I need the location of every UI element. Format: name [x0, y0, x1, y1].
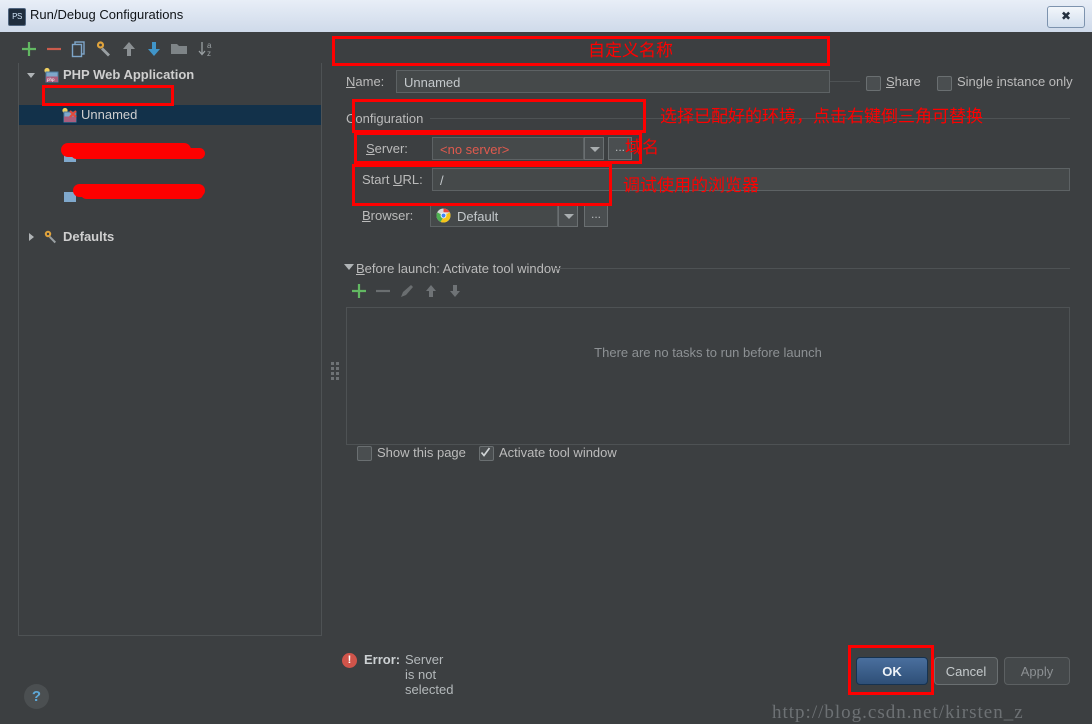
tree-node-defaults[interactable]: Defaults	[19, 227, 321, 247]
expand-triangle-icon[interactable]	[25, 231, 37, 243]
collapse-triangle-icon[interactable]	[25, 69, 37, 81]
phpstorm-icon: PS	[8, 8, 26, 26]
sort-alphabetically-icon[interactable]: a z	[195, 38, 217, 60]
tree-node-label: Unnamed	[81, 107, 138, 122]
highlight-ok-button	[848, 645, 934, 695]
php-web-app-icon: php	[43, 67, 59, 83]
cancel-button[interactable]: Cancel	[934, 657, 998, 685]
close-icon[interactable]: ✖	[1047, 6, 1085, 28]
run-debug-configurations-dialog: PS Run/Debug Configurations ✖ a z php PH…	[0, 0, 1092, 723]
empty-task-list-message: There are no tasks to run before launch	[594, 345, 822, 360]
browser-browse-button[interactable]: ...	[584, 204, 608, 227]
highlight-name-row	[332, 36, 830, 66]
show-this-page-label: Show this page	[377, 445, 466, 460]
error-icon: !	[342, 653, 357, 668]
help-button[interactable]: ?	[24, 684, 49, 709]
tree-node-label: Defaults	[63, 229, 115, 244]
add-task-icon[interactable]	[348, 280, 370, 302]
highlight-browser-row	[352, 164, 612, 206]
move-up-icon[interactable]	[118, 38, 140, 60]
before-launch-title: Before launch: Activate tool window	[356, 261, 567, 276]
annotation-start-url: 域名	[625, 138, 659, 158]
svg-text:php: php	[47, 77, 55, 82]
configurations-tree[interactable]: php PHP Web Application Unnamed Defaults	[18, 63, 322, 636]
remove-task-icon	[372, 280, 394, 302]
before-launch-task-list[interactable]: There are no tasks to run before launch	[346, 307, 1070, 445]
tree-node-label: PHP Web Application	[63, 67, 195, 82]
add-icon[interactable]	[18, 38, 40, 60]
move-task-up-icon	[420, 280, 442, 302]
activate-tool-window-label: Activate tool window	[499, 445, 617, 460]
name-label: Name:	[346, 74, 385, 89]
annotation-browser: 调试使用的浏览器	[623, 176, 759, 196]
edit-templates-icon[interactable]	[93, 38, 115, 60]
php-web-app-error-icon	[61, 107, 77, 123]
svg-text:z: z	[207, 49, 211, 58]
move-down-icon[interactable]	[143, 38, 165, 60]
show-this-page-checkbox[interactable]	[357, 446, 372, 461]
before-launch-toolbar	[348, 280, 608, 304]
window-title: Run/Debug Configurations	[30, 7, 184, 22]
edit-task-icon	[396, 280, 418, 302]
remove-icon[interactable]	[43, 38, 65, 60]
defaults-icon	[43, 229, 59, 245]
highlight-start-url-row	[354, 132, 642, 164]
tree-node-redacted-1[interactable]	[19, 143, 321, 165]
chrome-icon	[436, 208, 451, 223]
share-checkbox[interactable]	[866, 76, 881, 91]
copy-icon[interactable]	[68, 38, 90, 60]
annotation-server: 选择已配好的环境，点击右键倒三角可替换	[660, 107, 983, 127]
redaction-mark	[71, 148, 205, 159]
divider	[830, 81, 860, 82]
error-message: Server is not selected	[405, 652, 454, 697]
tree-node-redacted-2[interactable]	[19, 184, 321, 205]
apply-button[interactable]: Apply	[1004, 657, 1070, 685]
highlight-server-row	[352, 99, 646, 133]
configurations-toolbar: a z	[18, 38, 318, 64]
activate-tool-window-checkbox[interactable]	[479, 446, 494, 461]
folder-icon[interactable]	[168, 38, 190, 60]
name-input[interactable]: Unnamed	[396, 70, 830, 93]
title-bar: PS Run/Debug Configurations ✖	[0, 0, 1092, 33]
panel-splitter[interactable]	[331, 362, 339, 384]
browser-label: Browser:	[362, 208, 414, 223]
single-instance-checkbox[interactable]	[937, 76, 952, 91]
highlight-unnamed-node	[42, 85, 174, 106]
before-launch-collapse-icon[interactable]	[344, 264, 354, 270]
tree-node-unnamed[interactable]: Unnamed	[19, 105, 321, 125]
move-task-down-icon	[444, 280, 466, 302]
share-label: Share	[886, 74, 921, 89]
error-prefix: Error:	[364, 652, 401, 667]
tree-node-php-web-application[interactable]: php PHP Web Application	[19, 65, 321, 85]
single-instance-label: Single instance only	[957, 74, 1073, 89]
redaction-mark	[81, 189, 203, 199]
annotation-name: 自定义名称	[588, 41, 673, 61]
watermark: http://blog.csdn.net/kirsten_z	[772, 702, 1024, 723]
browser-dropdown-arrow[interactable]	[558, 204, 578, 227]
divider	[555, 268, 1070, 269]
